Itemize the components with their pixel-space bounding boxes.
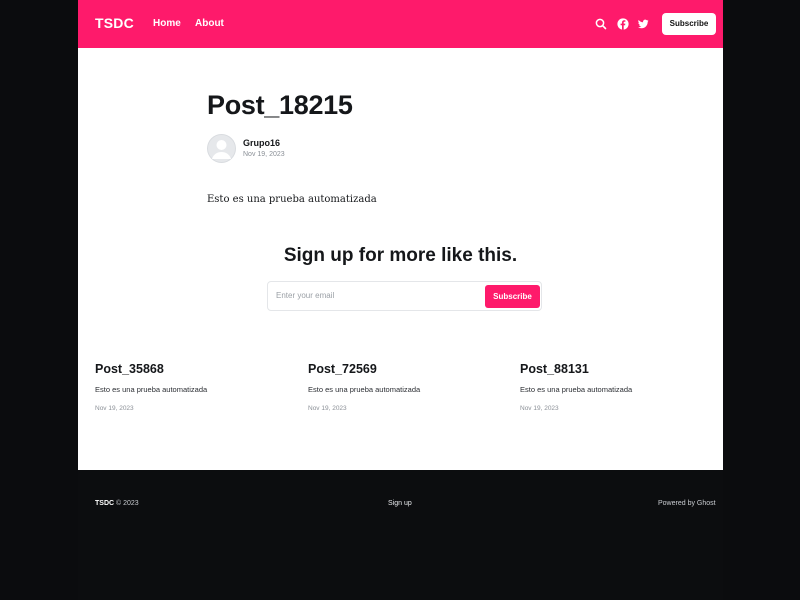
related-post-excerpt: Esto es una prueba automatizada <box>95 385 208 394</box>
email-input[interactable]: Enter your email <box>276 282 334 310</box>
related-post-card[interactable]: Post_72569 Esto es una prueba automatiza… <box>308 362 508 412</box>
nav-about[interactable]: About <box>195 18 224 29</box>
signup-cta-title: Sign up for more like this. <box>283 245 518 266</box>
site-page: TSDC Home About Subscribe Post_18215 Gru… <box>78 0 723 600</box>
related-post-card[interactable]: Post_35868 Esto es una prueba automatiza… <box>95 362 295 412</box>
search-icon[interactable] <box>594 17 608 31</box>
related-post-date: Nov 19, 2023 <box>95 405 134 412</box>
footer-copyright-text: © 2023 <box>116 500 139 507</box>
related-post-title[interactable]: Post_72569 <box>308 362 508 376</box>
footer-signup-link[interactable]: Sign up <box>388 500 412 507</box>
related-post-card[interactable]: Post_88131 Esto es una prueba automatiza… <box>520 362 720 412</box>
post-date: Nov 19, 2023 <box>243 151 285 158</box>
related-post-date: Nov 19, 2023 <box>520 405 559 412</box>
related-post-title[interactable]: Post_35868 <box>95 362 295 376</box>
signup-subscribe-button[interactable]: Subscribe <box>485 285 540 308</box>
facebook-icon[interactable] <box>616 17 630 31</box>
site-header: TSDC Home About Subscribe <box>78 0 723 48</box>
footer-copyright: TSDC © 2023 <box>95 500 139 507</box>
author-avatar[interactable] <box>207 134 236 163</box>
site-logo[interactable]: TSDC <box>95 15 134 31</box>
related-post-title[interactable]: Post_88131 <box>520 362 720 376</box>
footer-brand[interactable]: TSDC <box>95 500 114 507</box>
signup-form: Enter your email Subscribe <box>267 281 542 311</box>
twitter-icon[interactable] <box>636 17 650 31</box>
subscribe-button[interactable]: Subscribe <box>662 13 716 35</box>
post-content: Post_18215 Grupo16 Nov 19, 2023 Esto es … <box>78 48 723 470</box>
author-name[interactable]: Grupo16 <box>243 138 280 148</box>
post-body-text: Esto es una prueba automatizada <box>207 194 377 205</box>
related-post-excerpt: Esto es una prueba automatizada <box>308 385 421 394</box>
related-post-date: Nov 19, 2023 <box>308 405 347 412</box>
nav-home[interactable]: Home <box>153 18 181 29</box>
related-post-excerpt: Esto es una prueba automatizada <box>520 385 633 394</box>
post-title: Post_18215 <box>207 90 353 120</box>
footer-powered-by[interactable]: Powered by Ghost <box>658 500 716 507</box>
